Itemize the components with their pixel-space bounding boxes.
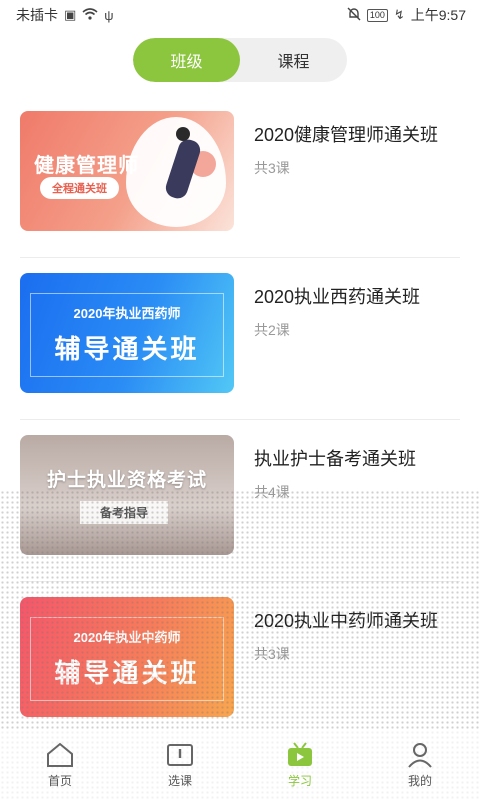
nav-label: 首页 — [47, 773, 72, 788]
runner-illustration — [176, 127, 190, 141]
status-bar: 未插卡 ▣ ψ 100 ↯ 上午9:57 — [0, 0, 480, 30]
thumbnail-title: 辅导通关班 — [54, 658, 200, 688]
nav-home[interactable]: 首页 — [0, 730, 120, 800]
sim-alert-icon: ▣ — [64, 7, 77, 22]
wifi-icon — [82, 7, 98, 23]
carrier-text: 未插卡 — [16, 7, 58, 23]
lesson-count: 共4课 — [254, 484, 290, 500]
thumbnail-tag: 备考指导 — [80, 501, 169, 524]
course-thumbnail: 护士执业资格考试 备考指导 — [20, 435, 234, 555]
list-item[interactable]: 健康管理师 全程通关班 2020健康管理师通关班 共3课 — [20, 96, 460, 258]
nav-label: 我的 — [407, 773, 432, 788]
course-thumbnail: 2020年执业中药师 辅导通关班 — [20, 597, 234, 717]
class-list: 健康管理师 全程通关班 2020健康管理师通关班 共3课 2020年执业西药师 … — [0, 96, 480, 744]
battery-icon: 100 — [366, 8, 388, 22]
course-info: 执业护士备考通关班 共4课 — [254, 446, 460, 502]
course-info: 2020健康管理师通关班 共3课 — [254, 122, 460, 178]
thumbnail-title: 护士执业资格考试 — [46, 470, 207, 491]
thumbnail-subtitle: 2020年执业中药师 — [73, 630, 181, 645]
course-title: 2020健康管理师通关班 — [254, 125, 439, 145]
nav-label: 选课 — [167, 773, 192, 788]
nav-me[interactable]: 我的 — [360, 730, 480, 800]
course-thumbnail: 健康管理师 全程通关班 — [20, 111, 234, 231]
bottom-nav: 首页 选课 学习 我的 — [0, 730, 480, 800]
charging-icon: ↯ — [393, 7, 405, 22]
tv-icon — [285, 741, 315, 768]
course-info: 2020执业中药师通关班 共3课 — [254, 608, 460, 664]
tab-courses[interactable]: 课程 — [240, 38, 347, 82]
lesson-count: 共3课 — [254, 160, 290, 176]
class-course-segment: 班级 课程 — [133, 38, 347, 82]
thumbnail-title: 健康管理师 — [34, 155, 139, 177]
nav-select-course[interactable]: 选课 — [120, 730, 240, 800]
book-icon — [165, 742, 195, 768]
thumbnail-subtitle: 2020年执业西药师 — [73, 306, 181, 321]
mute-bell-icon — [347, 7, 361, 24]
list-item[interactable]: 护士执业资格考试 备考指导 执业护士备考通关班 共4课 — [20, 420, 460, 582]
nav-label: 学习 — [287, 773, 312, 788]
tab-classes[interactable]: 班级 — [133, 38, 240, 82]
person-icon — [405, 742, 435, 768]
course-title: 执业护士备考通关班 — [254, 449, 416, 469]
lesson-count: 共2课 — [254, 322, 290, 338]
course-thumbnail: 2020年执业西药师 辅导通关班 — [20, 273, 234, 393]
course-title: 2020执业中药师通关班 — [254, 611, 439, 631]
clock-text: 上午9:57 — [410, 7, 466, 23]
list-item[interactable]: 2020年执业中药师 辅导通关班 2020执业中药师通关班 共3课 — [20, 582, 460, 744]
thumbnail-tag: 全程通关班 — [40, 177, 119, 199]
course-info: 2020执业西药通关班 共2课 — [254, 284, 460, 340]
usb-icon: ψ — [104, 7, 114, 23]
home-icon — [45, 742, 75, 768]
status-right: 100 ↯ 上午9:57 — [347, 5, 466, 25]
nav-study[interactable]: 学习 — [240, 730, 360, 800]
lesson-count: 共3课 — [254, 646, 290, 662]
list-item[interactable]: 2020年执业西药师 辅导通关班 2020执业西药通关班 共2课 — [20, 258, 460, 420]
course-title: 2020执业西药通关班 — [254, 287, 421, 307]
status-left: 未插卡 ▣ ψ — [16, 5, 114, 25]
thumbnail-title: 辅导通关班 — [54, 334, 200, 364]
